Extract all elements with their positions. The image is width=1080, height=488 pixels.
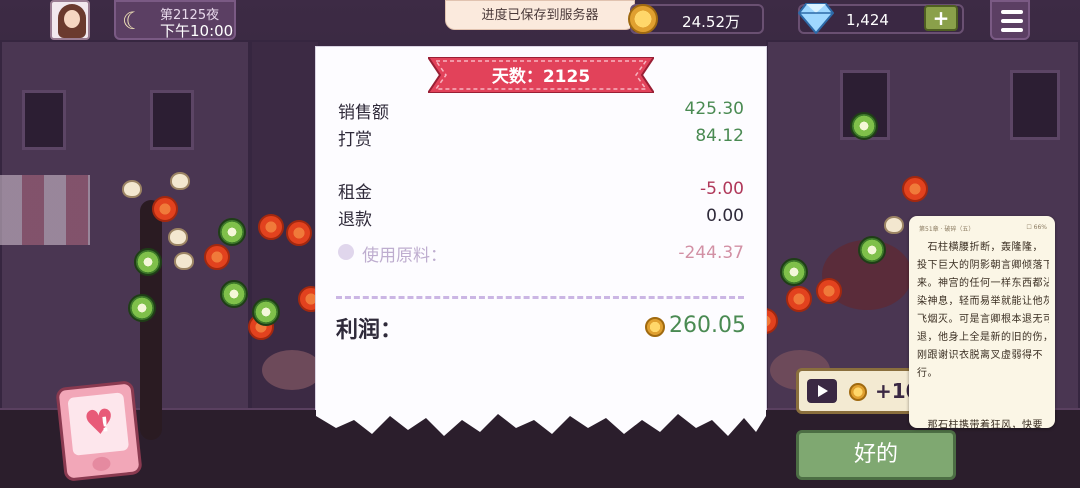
reader-text-line: 飞烟灭。可是言卿根本退无可: [917, 314, 1049, 325]
reader-text-line: 刚跟谢识衣脱离叉虚弱得不: [917, 350, 1043, 361]
profit-value: 260.05: [669, 313, 746, 338]
pepper-slice: [780, 258, 808, 286]
window: [1010, 70, 1060, 140]
moon-icon: ☾: [122, 7, 144, 35]
coin-icon: [849, 383, 867, 401]
garlic-clove: [170, 172, 190, 190]
pepper-slice: [252, 298, 280, 326]
pepper-slice: [218, 218, 246, 246]
reader-text-line: 行。: [917, 368, 938, 379]
refund-value: 0.00: [706, 206, 744, 226]
tomato-slice: [786, 286, 812, 312]
profit-label: 利润：: [336, 318, 403, 343]
add-gems-button[interactable]: +: [924, 5, 958, 31]
window: [22, 90, 66, 150]
ingredients-value: -244.37: [678, 243, 744, 263]
reader-text-line: 退，他身上全是新的旧的伤，: [917, 332, 1049, 343]
coin-icon: [628, 4, 658, 34]
garlic-clove: [122, 180, 142, 198]
sales-label: 销售额: [338, 103, 389, 123]
tomato-slice: [152, 196, 178, 222]
video-play-icon: [807, 379, 837, 403]
phone-home-button: [91, 456, 112, 472]
reader-text-line: 来。神宫的任何一样东西都沾: [917, 278, 1049, 289]
diamond-icon: [798, 3, 834, 34]
tomato-slice: [258, 214, 284, 240]
avatar-face: [64, 10, 80, 28]
reader-text-line: 投下巨大的阴影朝言卿倾落下: [917, 260, 1049, 271]
menu-icon-bar: [1001, 28, 1023, 32]
reader-status: ☐ 66%: [1026, 224, 1047, 231]
garlic-clove: [168, 228, 188, 246]
menu-icon-bar: [1001, 10, 1023, 14]
floating-reader-window[interactable]: 第51章 · 破碎（五） ☐ 66% 石柱横腰折断，轰隆隆， 投下巨大的阴影朝言…: [909, 216, 1055, 428]
day-banner-text: 天数：2125: [491, 67, 591, 87]
tomato-slice: [902, 176, 928, 202]
garlic-clove: [884, 216, 904, 234]
phone-screen: ♥ !: [67, 392, 130, 456]
reader-text-line: 那石柱携带着狂风，快要: [917, 420, 1043, 428]
pepper-slice: [858, 236, 886, 264]
ingredients-icon: [338, 244, 354, 260]
rent-label: 租金: [338, 183, 372, 203]
tips-label: 打赏: [338, 130, 372, 150]
reader-text-line: 石柱横腰折断，轰隆隆，: [917, 242, 1043, 253]
receipt-torn-edge: [316, 398, 766, 436]
ingredients-label: 使用原料：: [362, 246, 447, 266]
receipt-divider: [336, 296, 744, 299]
tomato-slice: [816, 278, 842, 304]
love-phone-button[interactable]: ♥ !: [55, 380, 143, 482]
tomato-slice: [204, 244, 230, 270]
ok-button[interactable]: 好的: [796, 430, 956, 480]
pepper-slice: [850, 112, 878, 140]
window: [150, 90, 194, 150]
player-avatar[interactable]: [50, 0, 90, 40]
coin-balance: 24.52万: [628, 4, 764, 34]
day-night-panel: ☾ 第2125夜 下午10:00: [114, 0, 236, 40]
pepper-slice: [128, 294, 156, 322]
coin-icon: [645, 317, 665, 337]
tomato-slice: [286, 220, 312, 246]
menu-icon-bar: [1001, 19, 1023, 23]
reader-text-line: 染神息，轻而易举就能让他灰: [917, 296, 1049, 307]
refund-label: 退款: [338, 210, 372, 230]
tips-value: 84.12: [695, 126, 744, 146]
awning: [0, 175, 90, 245]
save-toast: 进度已保存到服务器: [445, 0, 635, 30]
pepper-slice: [220, 280, 248, 308]
rent-value: -5.00: [700, 179, 744, 199]
menu-button[interactable]: [990, 0, 1030, 40]
sales-value: 425.30: [684, 99, 744, 119]
cafe-table: [262, 350, 322, 390]
pepper-slice: [134, 248, 162, 276]
garlic-clove: [174, 252, 194, 270]
clock-time: 下午10:00: [160, 22, 234, 40]
watch-ad-button[interactable]: +10: [796, 368, 926, 414]
coin-value: 24.52万: [682, 13, 740, 31]
gem-value: 1,424: [846, 11, 889, 29]
